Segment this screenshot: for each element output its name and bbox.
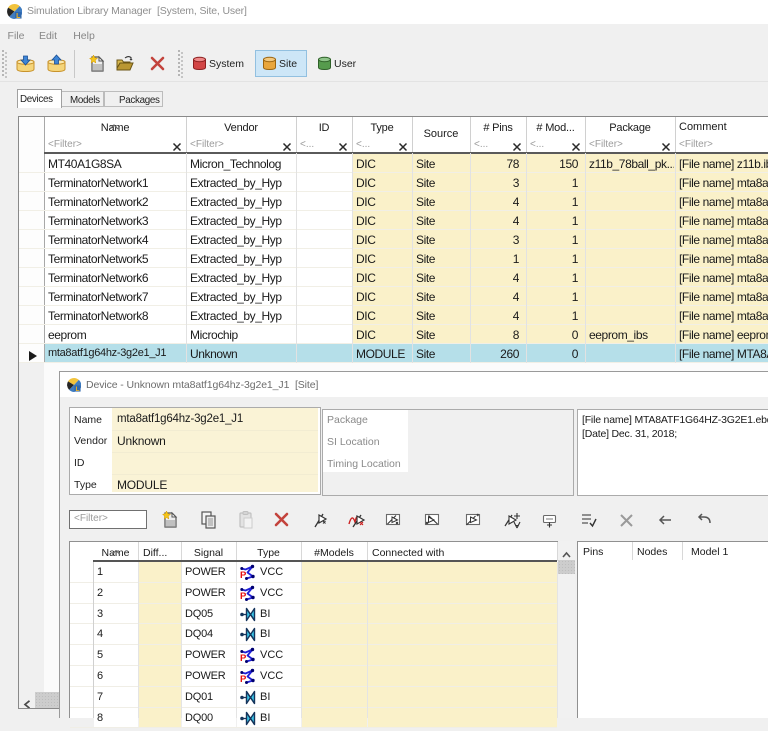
svg-text:L: L xyxy=(76,386,80,392)
svg-text:P: P xyxy=(240,591,247,601)
svg-text:P: P xyxy=(240,653,247,663)
svg-text:P: P xyxy=(240,674,247,684)
svg-text:L: L xyxy=(16,13,21,19)
svg-text:P: P xyxy=(240,570,247,580)
